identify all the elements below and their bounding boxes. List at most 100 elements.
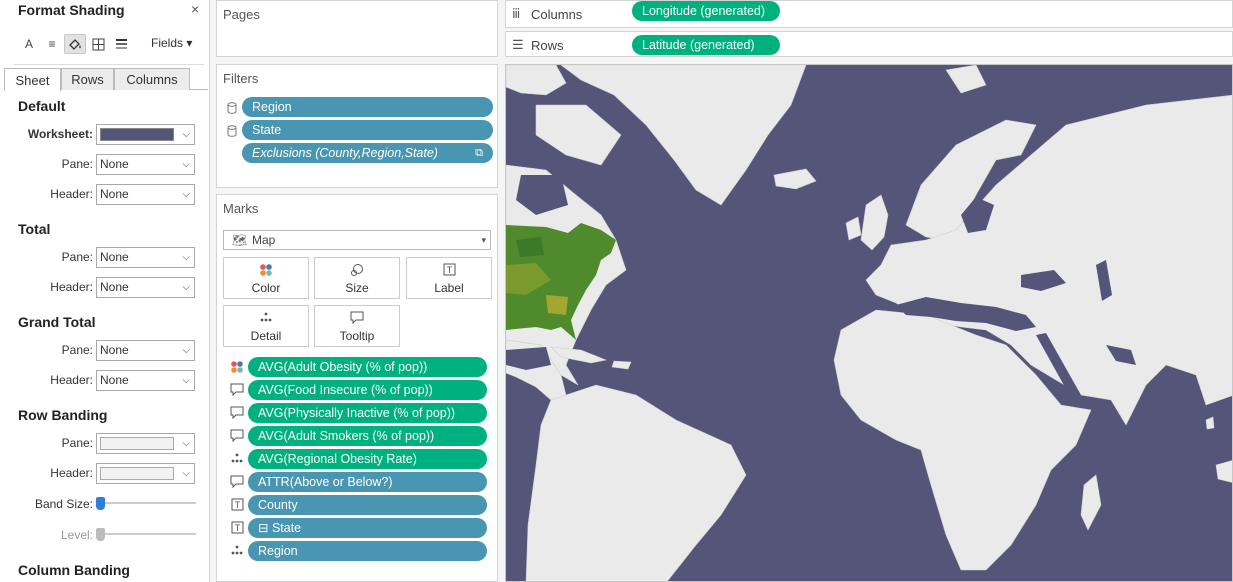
worksheet-label: Worksheet: — [27, 127, 93, 141]
label-label: Label — [434, 281, 464, 295]
svg-text:T: T — [234, 500, 240, 510]
color-icon — [224, 263, 308, 281]
mark-field-pill[interactable]: County — [248, 495, 487, 515]
mark-type-select[interactable]: 🗺 Map ▾ — [223, 230, 491, 250]
mark-field-pill[interactable]: Region — [248, 541, 487, 561]
section-grand-total: Grand Total — [18, 314, 96, 330]
mark-field-pill[interactable]: ⊟ State — [248, 518, 487, 538]
label-icon[interactable]: T — [230, 498, 244, 512]
map-view[interactable] — [505, 64, 1233, 582]
filters-title: Filters — [223, 71, 259, 86]
row-banding-pane-swatch — [100, 437, 174, 450]
database-icon — [227, 125, 237, 137]
detail-button[interactable]: Detail — [223, 305, 309, 347]
row-banding-header-color[interactable]: ⌵ — [96, 463, 195, 484]
filter-pill-exclusions[interactable]: Exclusions (County,Region,State) ⧉ — [242, 143, 493, 163]
size-button[interactable]: Size — [314, 257, 400, 299]
size-label: Size — [345, 281, 369, 295]
mark-field-pill[interactable]: AVG(Adult Obesity (% of pop)) — [248, 357, 487, 377]
set-icon: ⧉ — [475, 147, 483, 159]
world-map — [506, 65, 1232, 581]
map-icon: 🗺 — [232, 233, 248, 247]
tooltip-icon — [315, 311, 399, 329]
alignment-icon[interactable]: ≡ — [41, 34, 63, 54]
tooltip-label: Tooltip — [339, 329, 375, 343]
tab-columns[interactable]: Columns — [114, 68, 190, 90]
level-slider — [96, 528, 196, 541]
columns-icon: ⅲ — [512, 6, 521, 21]
default-pane-value: None — [100, 157, 129, 171]
pages-card[interactable]: Pages — [216, 0, 498, 57]
columns-label: Columns — [531, 7, 583, 22]
level-label: Level: — [60, 528, 93, 542]
worksheet-color-select[interactable]: ⌵ — [96, 124, 195, 145]
color-button[interactable]: Color — [223, 257, 309, 299]
grand-total-pane-select[interactable]: None ⌵ — [96, 340, 195, 361]
mark-field-pill[interactable]: AVG(Adult Smokers (% of pop)) — [248, 426, 487, 446]
default-pane-select[interactable]: None ⌵ — [96, 154, 195, 175]
detail-icon[interactable] — [230, 544, 244, 558]
row-banding-header-swatch — [100, 467, 174, 480]
mark-field-pill[interactable]: AVG(Physically Inactive (% of pop)) — [248, 403, 487, 423]
columns-shelf[interactable]: ⅲ Columns Longitude (generated) — [505, 0, 1233, 28]
grand-total-header-select[interactable]: None ⌵ — [96, 370, 195, 391]
tooltip-icon[interactable] — [230, 475, 244, 489]
section-row-banding: Row Banding — [18, 407, 108, 423]
level-thumb — [96, 528, 105, 541]
tooltip-icon[interactable] — [230, 383, 244, 397]
close-icon[interactable]: × — [191, 1, 199, 17]
total-pane-select[interactable]: None ⌵ — [96, 247, 195, 268]
landmass-baffin — [535, 104, 622, 166]
landmass-islands-east — [1215, 460, 1232, 483]
worksheet-color-swatch — [100, 128, 174, 141]
filter-pill-state[interactable]: State — [242, 120, 493, 140]
label-icon: T — [407, 263, 491, 281]
row-banding-pane-label: Pane: — [61, 436, 93, 450]
rows-label: Rows — [531, 38, 564, 53]
mark-field-pill[interactable]: ATTR(Above or Below?) — [248, 472, 487, 492]
columns-pill-longitude[interactable]: Longitude (generated) — [632, 1, 780, 21]
tooltip-icon[interactable] — [230, 406, 244, 420]
filter-pill-region[interactable]: Region — [242, 97, 493, 117]
section-column-banding: Column Banding — [18, 562, 130, 578]
tab-sheet[interactable]: Sheet — [4, 68, 61, 91]
mark-field-pill[interactable]: AVG(Regional Obesity Rate) — [248, 449, 487, 469]
chevron-down-icon: ⌵ — [182, 252, 190, 263]
rows-pill-latitude[interactable]: Latitude (generated) — [632, 35, 780, 55]
rows-icon: ☰ — [512, 37, 524, 52]
color-icon[interactable] — [230, 360, 244, 374]
band-size-thumb[interactable] — [96, 497, 105, 510]
landmass-great-britain — [860, 194, 889, 251]
mark-field-pill[interactable]: AVG(Food Insecure (% of pop)) — [248, 380, 487, 400]
band-size-slider[interactable] — [96, 497, 196, 510]
chevron-down-icon: ⌵ — [182, 345, 190, 356]
format-tabs: Sheet Rows Columns — [4, 68, 208, 91]
section-default: Default — [18, 98, 66, 114]
row-banding-pane-color[interactable]: ⌵ — [96, 433, 195, 454]
total-header-select[interactable]: None ⌵ — [96, 277, 195, 298]
tooltip-button[interactable]: Tooltip — [314, 305, 400, 347]
row-banding-header-label: Header: — [50, 466, 93, 480]
lines-icon[interactable] — [110, 34, 132, 54]
chevron-down-icon: ⌵ — [182, 468, 190, 479]
tooltip-icon[interactable] — [230, 429, 244, 443]
toolbar-divider — [14, 61, 204, 65]
chevron-down-icon: ⌵ — [182, 282, 190, 293]
label-button[interactable]: T Label — [406, 257, 492, 299]
tab-rows[interactable]: Rows — [61, 68, 114, 90]
detail-label: Detail — [250, 329, 282, 343]
detail-icon[interactable] — [230, 452, 244, 466]
chevron-down-icon: ⌵ — [182, 189, 190, 200]
borders-icon[interactable] — [87, 34, 109, 54]
detail-icon — [224, 311, 308, 329]
default-header-select[interactable]: None ⌵ — [96, 184, 195, 205]
filters-card[interactable]: Filters Region State Exclusions (County,… — [216, 64, 498, 188]
color-label: Color — [251, 281, 281, 295]
label-icon[interactable]: T — [230, 521, 244, 535]
mark-type-value: Map — [252, 233, 276, 247]
fields-dropdown[interactable]: Fields ▾ — [151, 36, 192, 50]
shading-icon[interactable] — [64, 34, 86, 54]
rows-shelf[interactable]: ☰ Rows Latitude (generated) — [505, 31, 1233, 57]
default-pane-label: Pane: — [61, 157, 93, 171]
font-icon[interactable]: A — [18, 34, 40, 54]
